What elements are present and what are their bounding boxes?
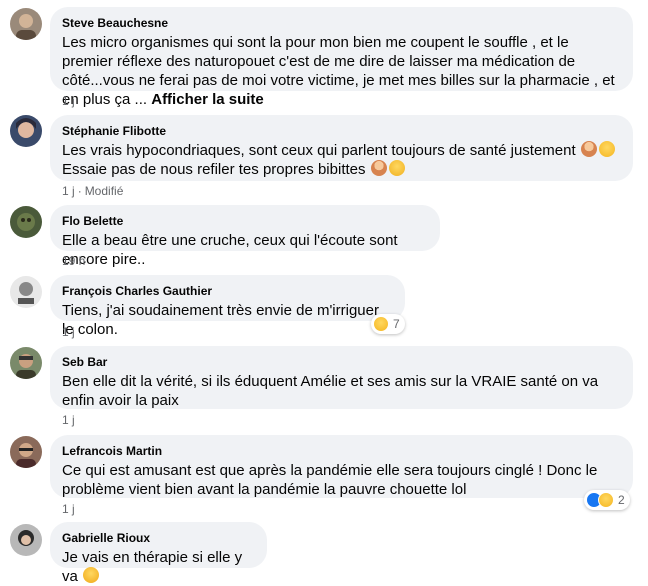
reaction-count: 7 [393, 317, 400, 331]
comment-bubble: Seb Bar Ben elle dit la vérité, si ils é… [50, 346, 633, 409]
avatar[interactable] [10, 347, 42, 379]
edited-label[interactable]: Modifié [85, 184, 124, 198]
rofl-emoji-icon [83, 567, 100, 583]
reaction-count: 2 [618, 493, 625, 507]
avatar[interactable] [10, 8, 42, 40]
reaction-summary[interactable]: 7 [371, 314, 405, 334]
comment-meta: 1 j [62, 412, 75, 428]
comment-text: Ce qui est amusant est que après la pand… [62, 462, 598, 498]
comment-author[interactable]: Seb Bar [62, 354, 621, 370]
comment-time[interactable]: 1 j [62, 325, 75, 339]
comment-author[interactable]: Flo Belette [62, 213, 428, 229]
woman-gesturing-emoji-icon [370, 160, 387, 176]
comment-bubble: Lefrancois Martin Ce qui est amusant est… [50, 435, 633, 498]
comment-meta: 19 h [62, 253, 85, 269]
comment-bubble: Steve Beauchesne Les micro organismes qu… [50, 7, 633, 108]
comment-meta: 1 j [62, 501, 75, 517]
comment-author[interactable]: Steve Beauchesne [62, 15, 621, 31]
comment-author[interactable]: François Charles Gauthier [62, 283, 393, 299]
haha-reaction-icon [373, 316, 389, 332]
comment-meta: 1 j [62, 324, 75, 340]
comment-text: Les micro organismes qui sont la pour mo… [62, 34, 615, 108]
comment-author[interactable]: Gabrielle Rioux [62, 530, 255, 546]
comment-time[interactable]: 1 j [62, 184, 75, 198]
comment-time[interactable]: 1 j [62, 502, 75, 516]
comment-meta: 1 j [62, 93, 75, 109]
comment-bubble: Stéphanie Flibotte Les vrais hypocondria… [50, 115, 633, 181]
comment-meta: 1 j · Modifié [62, 184, 124, 198]
avatar[interactable] [10, 436, 42, 468]
avatar[interactable] [10, 206, 42, 238]
comment-bubble: François Charles Gauthier Tiens, j'ai so… [50, 275, 405, 338]
comment-author[interactable]: Stéphanie Flibotte [62, 123, 621, 139]
comment-text: Elle a beau être une cruche, ceux qui l'… [62, 232, 398, 268]
haha-reaction-icon [598, 492, 614, 508]
comment-time[interactable]: 19 h [62, 254, 85, 268]
reaction-summary[interactable]: 2 [584, 490, 630, 510]
avatar[interactable] [10, 276, 42, 308]
comment-text: Ben elle dit la vérité, si ils éduquent … [62, 373, 599, 409]
avatar[interactable] [10, 115, 42, 147]
comment-time[interactable]: 1 j [62, 94, 75, 108]
comment-author[interactable]: Lefrancois Martin [62, 443, 621, 459]
comment-text: Je vais en thérapie si elle y va [62, 549, 243, 585]
avatar[interactable] [10, 524, 42, 556]
see-more-link[interactable]: Afficher la suite [151, 91, 264, 108]
comment-bubble: Gabrielle Rioux Je vais en thérapie si e… [50, 522, 267, 585]
comment-text: Tiens, j'ai soudainement très envie de m… [62, 302, 379, 338]
woman-shrugging-emoji-icon [580, 141, 597, 157]
comment-text: Les vrais hypocondriaques, sont ceux qui… [62, 141, 621, 179]
grinning-emoji-icon [598, 141, 615, 157]
comment-bubble: Flo Belette Elle a beau être une cruche,… [50, 205, 440, 268]
comment-time[interactable]: 1 j [62, 413, 75, 427]
eye-roll-emoji-icon [388, 160, 405, 176]
